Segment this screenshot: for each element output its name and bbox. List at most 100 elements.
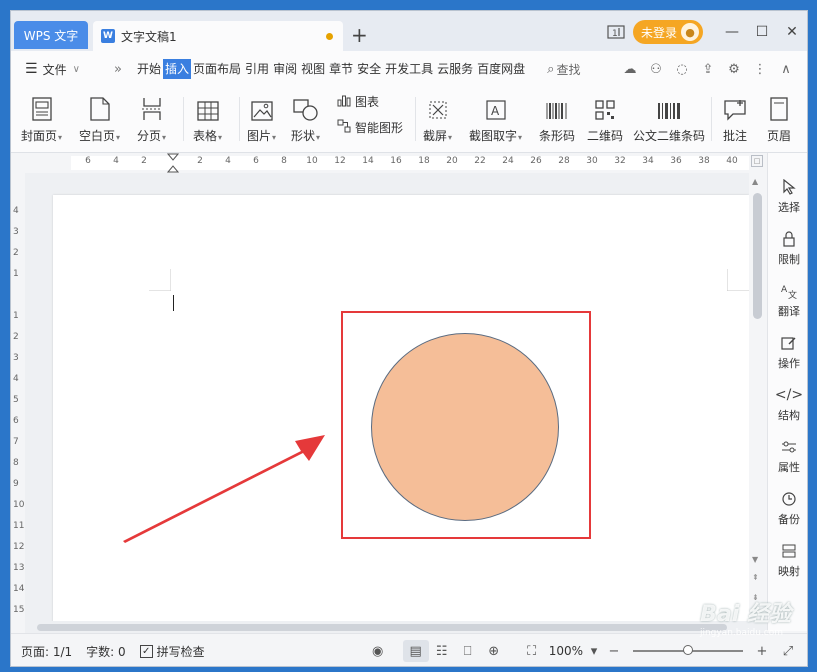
split-view-icon[interactable]: □ [751, 155, 763, 167]
barcode-button[interactable]: 条形码 [539, 87, 575, 149]
menu-item-cloud[interactable]: 云服务 [435, 59, 475, 79]
shape-icon [292, 87, 319, 121]
side-map-button[interactable]: 映射 [768, 541, 807, 579]
ruler-tick-label: 2 [141, 156, 147, 166]
search-icon: ⌕ [547, 61, 555, 77]
new-tab-button[interactable]: + [351, 23, 368, 47]
qrcode-button[interactable]: 二维码 [587, 87, 623, 149]
comment-bubble-icon[interactable]: ◌ [669, 57, 695, 81]
minimize-button[interactable]: — [717, 17, 747, 47]
outline-view-icon[interactable]: ☷ [429, 640, 455, 662]
blank-page-button[interactable]: 空白页▾ [79, 87, 120, 149]
horizontal-ruler[interactable]: 6 4 2 2 4 6 8 10 12 14 16 18 20 22 24 26… [11, 153, 769, 173]
collapse-ribbon-icon[interactable]: ∧ [773, 57, 799, 81]
zoom-slider[interactable] [633, 645, 743, 655]
side-structure-button[interactable]: </> 结构 [768, 385, 807, 423]
menu-item-page-layout[interactable]: 页面布局 [191, 59, 243, 79]
fit-page-icon[interactable]: ⛶ [519, 640, 545, 662]
horizontal-scroll-thumb[interactable] [37, 624, 727, 631]
menu-item-security[interactable]: 安全 [355, 59, 383, 79]
screenshot-icon [427, 87, 449, 121]
maximize-button[interactable]: ☐ [747, 17, 777, 47]
document-canvas[interactable] [25, 173, 749, 621]
zoom-slider-knob[interactable] [683, 645, 693, 655]
side-backup-label: 备份 [778, 513, 800, 526]
document-page[interactable] [53, 195, 749, 621]
side-action-button[interactable]: 操作 [768, 333, 807, 371]
window-layout-icon[interactable]: 1 [605, 21, 627, 43]
menu-item-insert[interactable]: 插入 [163, 59, 192, 79]
login-label: 未登录 [640, 25, 677, 40]
share-user-icon[interactable]: ⚇ [643, 57, 669, 81]
menu-item-section[interactable]: 章节 [327, 59, 355, 79]
ocr-button[interactable]: A 截图取字▾ [469, 87, 522, 149]
shape-button[interactable]: 形状▾ [291, 87, 320, 149]
web-view-icon[interactable]: ⊕ [481, 640, 507, 662]
menu-item-developer[interactable]: 开发工具 [383, 59, 435, 79]
header-button[interactable]: 页眉 [767, 87, 791, 149]
ruler-tick-label: 3 [13, 227, 19, 237]
side-backup-button[interactable]: 备份 [768, 489, 807, 527]
vertical-scrollbar[interactable]: □ ▲ ▼ ⇞ ⇟ [749, 153, 767, 621]
zoom-dropdown-icon[interactable]: ▾ [587, 640, 601, 662]
eye-protect-icon[interactable]: ◉ [365, 640, 391, 662]
comment-label: 批注 [723, 129, 748, 143]
export-icon[interactable]: ⇪ [695, 57, 721, 81]
vertical-scroll-thumb[interactable] [753, 193, 762, 319]
menu-item-review[interactable]: 审阅 [271, 59, 299, 79]
comment-button[interactable]: 批注 [723, 87, 747, 149]
menu-item-home[interactable]: 开始 [135, 59, 163, 79]
spell-check-toggle[interactable]: ✓ 拼写检查 [139, 643, 205, 660]
page-count[interactable]: 页面: 1/1 [21, 643, 72, 660]
svg-text:A: A [781, 285, 788, 295]
word-count[interactable]: 字数: 0 [86, 643, 126, 660]
code-structure-icon: </> [774, 387, 804, 403]
barcode-label: 条形码 [539, 129, 576, 143]
screenshot-button[interactable]: 截屏▾ [423, 87, 452, 149]
smart-art-button[interactable]: 智能图形 [337, 119, 403, 136]
ruler-tick-label: 14 [362, 156, 374, 166]
page-view-icon[interactable]: ▤ [402, 640, 429, 662]
document-tab[interactable]: W 文字文稿1 [93, 21, 343, 51]
cover-page-button[interactable]: 封面页▾ [21, 87, 62, 149]
table-button[interactable]: 表格▾ [193, 87, 222, 149]
file-menu[interactable]: ☰ 文件 ∨ [11, 61, 101, 78]
side-select-button[interactable]: 选择 [768, 177, 807, 215]
cloud-sync-icon[interactable]: ☁ [617, 57, 643, 81]
checkbox-icon: ✓ [139, 644, 153, 658]
indent-marker-icon[interactable] [167, 153, 179, 173]
search-box[interactable]: ⌕ 查找 [547, 61, 580, 78]
close-button[interactable]: ✕ [777, 17, 807, 47]
zoom-in-button[interactable]: + [749, 640, 775, 662]
svg-text:文: 文 [788, 289, 797, 299]
login-button[interactable]: 未登录 ● [632, 20, 703, 44]
vertical-ruler[interactable]: 4 3 2 1 1 2 3 4 5 6 7 8 9 10 11 12 13 14… [11, 196, 25, 616]
side-property-button[interactable]: 属性 [768, 437, 807, 475]
menu-item-view[interactable]: 视图 [299, 59, 327, 79]
text-cursor [173, 295, 174, 311]
prev-page-icon[interactable]: ⇞ [752, 573, 759, 582]
circle-shape[interactable] [371, 333, 559, 521]
horizontal-scrollbar[interactable] [25, 621, 767, 633]
ruler-tick-label: 16 [390, 156, 402, 166]
chart-button[interactable]: 图表 [337, 93, 379, 110]
side-translate-button[interactable]: A文 翻译 [768, 281, 807, 319]
menu-item-references[interactable]: 引用 [243, 59, 271, 79]
menu-item-baidu-disk[interactable]: 百度网盘 [475, 59, 527, 79]
shape-label: 形状 [291, 129, 316, 143]
doc-qrcode-button[interactable]: 公文二维条码 [633, 87, 705, 149]
scroll-down-icon[interactable]: ▼ [752, 555, 758, 564]
wps-app-tab[interactable]: WPS 文字 [14, 21, 88, 49]
zoom-out-button[interactable]: − [601, 640, 627, 662]
ruler-tick-label: 2 [13, 332, 19, 342]
side-limit-button[interactable]: 限制 [768, 229, 807, 267]
gear-icon[interactable]: ⚙ [721, 57, 747, 81]
picture-button[interactable]: 图片▾ [247, 87, 276, 149]
scroll-up-icon[interactable]: ▲ [752, 177, 758, 186]
fullscreen-icon[interactable]: ⤢ [775, 640, 801, 662]
menu-expand-icon[interactable]: » [101, 62, 135, 77]
more-vertical-icon[interactable]: ⋮ [747, 57, 773, 81]
zoom-level[interactable]: 100% [549, 644, 583, 658]
read-view-icon[interactable]: ⎕ [455, 640, 481, 662]
page-break-button[interactable]: 分页▾ [137, 87, 166, 149]
